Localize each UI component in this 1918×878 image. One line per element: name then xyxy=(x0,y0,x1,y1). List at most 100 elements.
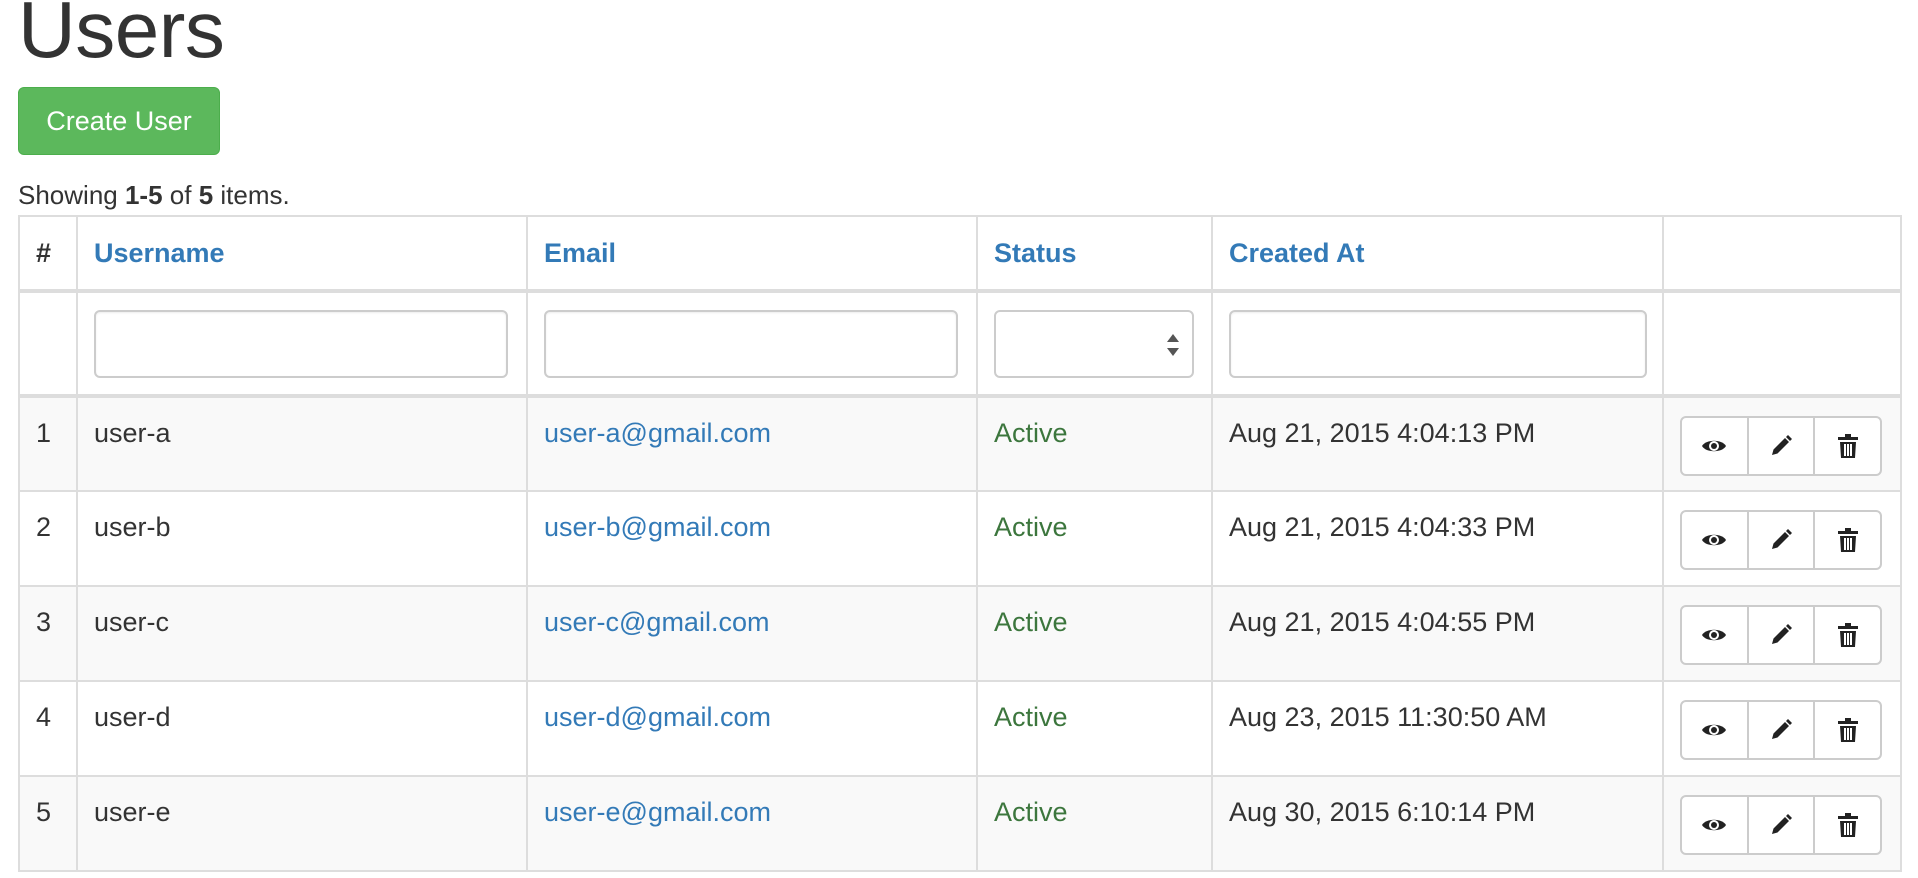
row-status: Active xyxy=(976,775,1213,872)
edit-button[interactable] xyxy=(1746,416,1816,476)
row-created-at: Aug 21, 2015 4:04:55 PM xyxy=(1211,585,1664,682)
sort-email-link[interactable]: Email xyxy=(544,238,616,268)
pencil-icon xyxy=(1772,814,1792,834)
row-email-link[interactable]: user-b@gmail.com xyxy=(544,512,771,542)
delete-button[interactable] xyxy=(1813,416,1883,476)
summary-middle: of xyxy=(162,180,199,210)
column-header-status: Status xyxy=(976,215,1213,293)
trash-icon xyxy=(1837,718,1858,742)
row-username: user-b xyxy=(76,490,528,587)
users-table: # Username Email Status Created At 1 use… xyxy=(18,215,1902,872)
row-number: 2 xyxy=(18,490,78,587)
row-status: Active xyxy=(976,680,1213,777)
edit-button[interactable] xyxy=(1746,700,1816,760)
pencil-icon xyxy=(1772,719,1792,739)
table-row: 2 user-b user-b@gmail.com Active Aug 21,… xyxy=(18,490,1902,587)
row-number: 3 xyxy=(18,585,78,682)
sort-status-link[interactable]: Status xyxy=(994,238,1077,268)
view-button[interactable] xyxy=(1680,700,1749,760)
summary-total: 5 xyxy=(198,180,214,210)
create-user-button[interactable]: Create User xyxy=(18,87,220,155)
view-button[interactable] xyxy=(1680,416,1749,476)
email-filter-input[interactable] xyxy=(544,309,958,378)
row-actions xyxy=(1662,395,1902,492)
row-status: Active xyxy=(976,585,1213,682)
select-arrows-icon xyxy=(1167,333,1179,356)
view-button[interactable] xyxy=(1680,795,1749,855)
column-header-created-at: Created At xyxy=(1211,215,1664,293)
column-header-email: Email xyxy=(526,215,978,293)
table-header-row: # Username Email Status Created At xyxy=(18,215,1902,293)
summary-suffix: items. xyxy=(213,180,290,210)
view-button[interactable] xyxy=(1680,605,1749,665)
eye-icon xyxy=(1702,819,1727,831)
filter-cell-username xyxy=(76,290,528,398)
edit-button[interactable] xyxy=(1746,510,1816,570)
row-email-link[interactable]: user-c@gmail.com xyxy=(544,607,769,637)
table-row: 4 user-d user-d@gmail.com Active Aug 23,… xyxy=(18,680,1902,777)
username-filter-input[interactable] xyxy=(94,309,508,378)
delete-button[interactable] xyxy=(1813,605,1883,665)
trash-icon xyxy=(1837,528,1858,552)
page-title: Users xyxy=(18,0,225,74)
row-email-link[interactable]: user-e@gmail.com xyxy=(544,797,771,827)
row-email-link[interactable]: user-d@gmail.com xyxy=(544,702,771,732)
row-actions xyxy=(1662,490,1902,587)
row-username: user-d xyxy=(76,680,528,777)
row-created-at: Aug 23, 2015 11:30:50 AM xyxy=(1211,680,1664,777)
row-email-link[interactable]: user-a@gmail.com xyxy=(544,418,771,448)
summary-range: 1-5 xyxy=(124,180,163,210)
results-summary: Showing 1-5 of 5 items. xyxy=(18,180,290,211)
table-row: 5 user-e user-e@gmail.com Active Aug 30,… xyxy=(18,775,1902,872)
eye-icon xyxy=(1702,440,1727,452)
filter-cell-actions xyxy=(1662,290,1902,398)
column-header-actions xyxy=(1662,215,1902,293)
filter-cell-email xyxy=(526,290,978,398)
row-email-cell: user-a@gmail.com xyxy=(526,395,978,492)
delete-button[interactable] xyxy=(1813,700,1883,760)
filter-cell-number xyxy=(18,290,78,398)
delete-button[interactable] xyxy=(1813,510,1883,570)
trash-icon xyxy=(1837,623,1858,647)
filter-cell-status xyxy=(976,290,1213,398)
delete-button[interactable] xyxy=(1813,795,1883,855)
summary-prefix: Showing xyxy=(18,180,125,210)
row-number: 5 xyxy=(18,775,78,872)
row-number: 1 xyxy=(18,395,78,492)
row-username: user-a xyxy=(76,395,528,492)
eye-icon xyxy=(1702,629,1727,641)
status-filter-select[interactable] xyxy=(994,309,1194,378)
column-header-username: Username xyxy=(76,215,528,293)
row-email-cell: user-e@gmail.com xyxy=(526,775,978,872)
edit-button[interactable] xyxy=(1746,605,1816,665)
row-action-group xyxy=(1680,700,1883,760)
trash-icon xyxy=(1837,813,1858,837)
sort-created-at-link[interactable]: Created At xyxy=(1229,238,1365,268)
row-actions xyxy=(1662,775,1902,872)
row-action-group xyxy=(1680,510,1883,570)
filter-row xyxy=(18,290,1902,398)
created-at-filter-input[interactable] xyxy=(1229,309,1647,378)
pencil-icon xyxy=(1772,529,1792,549)
view-button[interactable] xyxy=(1680,510,1749,570)
row-actions xyxy=(1662,585,1902,682)
table-row: 1 user-a user-a@gmail.com Active Aug 21,… xyxy=(18,395,1902,492)
row-username: user-e xyxy=(76,775,528,872)
edit-button[interactable] xyxy=(1746,795,1816,855)
eye-icon xyxy=(1702,534,1727,546)
row-action-group xyxy=(1680,795,1883,855)
pencil-icon xyxy=(1772,435,1792,455)
row-email-cell: user-b@gmail.com xyxy=(526,490,978,587)
row-action-group xyxy=(1680,416,1883,476)
sort-username-link[interactable]: Username xyxy=(94,238,225,268)
row-username: user-c xyxy=(76,585,528,682)
row-actions xyxy=(1662,680,1902,777)
trash-icon xyxy=(1837,434,1858,458)
row-action-group xyxy=(1680,605,1883,665)
row-status: Active xyxy=(976,490,1213,587)
row-status: Active xyxy=(976,395,1213,492)
row-created-at: Aug 21, 2015 4:04:13 PM xyxy=(1211,395,1664,492)
row-email-cell: user-d@gmail.com xyxy=(526,680,978,777)
filter-cell-created-at xyxy=(1211,290,1664,398)
row-created-at: Aug 30, 2015 6:10:14 PM xyxy=(1211,775,1664,872)
